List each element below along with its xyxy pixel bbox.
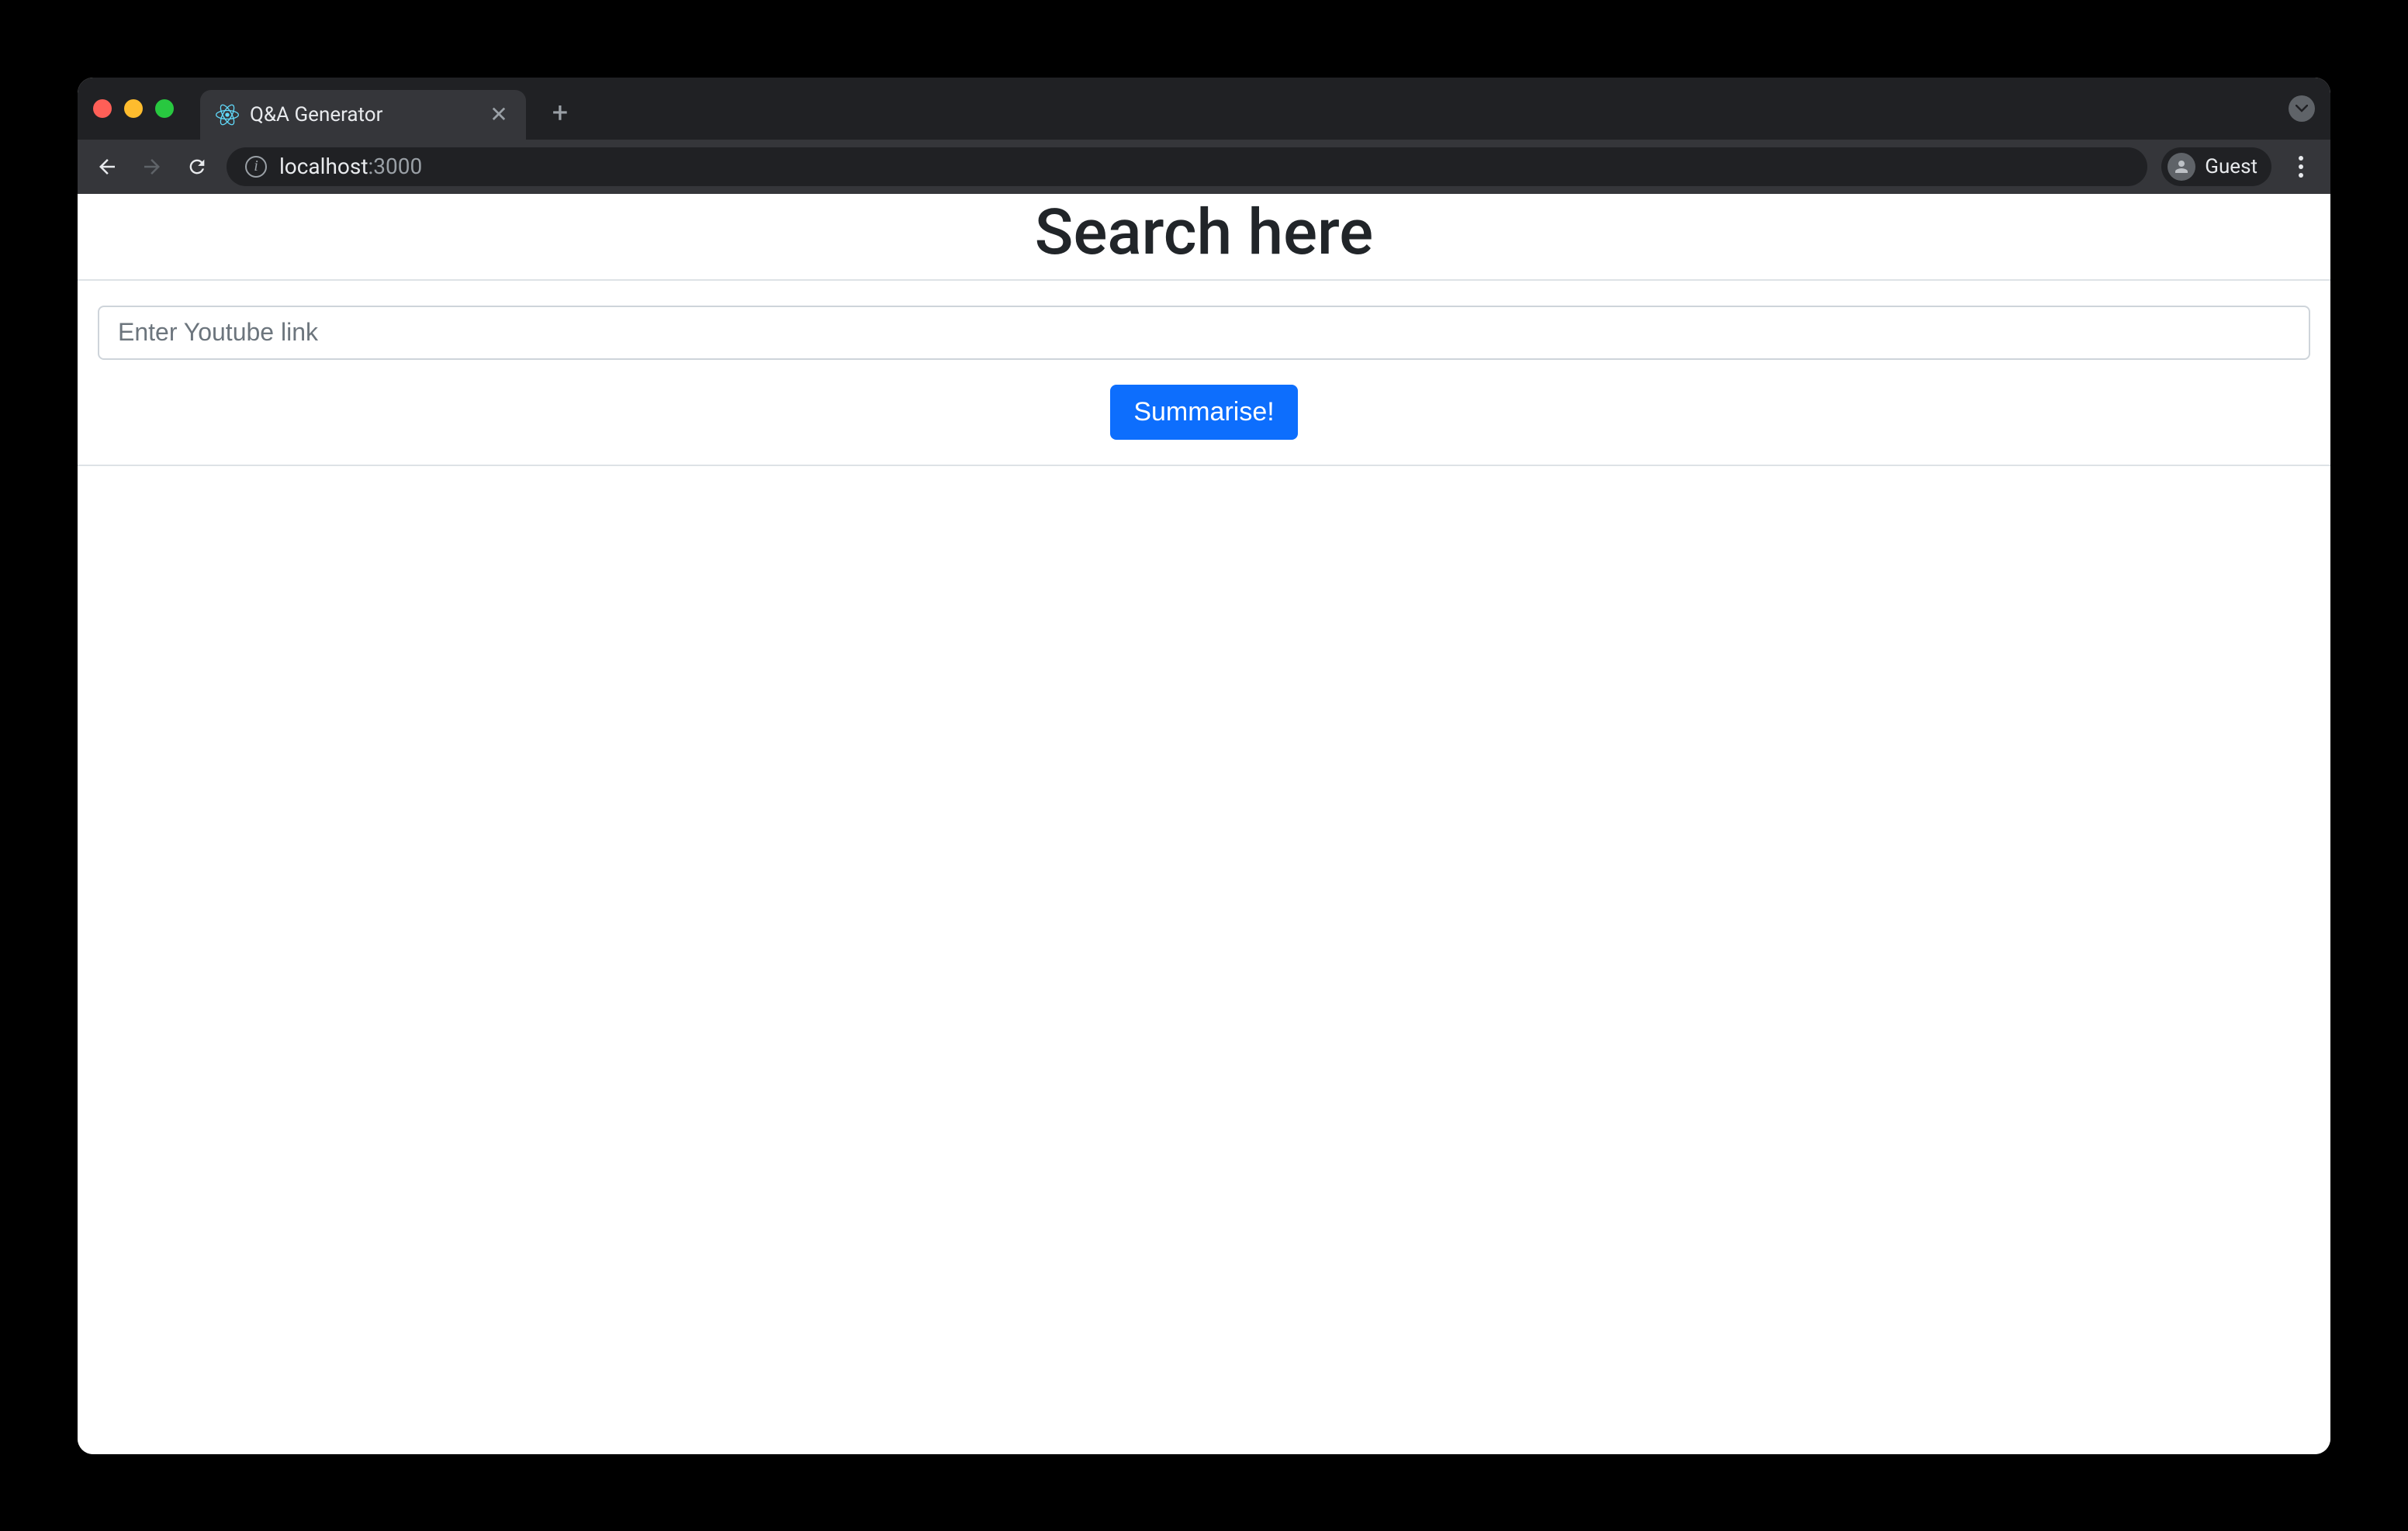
url-text: localhost:3000: [279, 154, 422, 179]
tab-title: Q&A Generator: [250, 103, 476, 126]
reload-button[interactable]: [182, 151, 213, 182]
address-bar[interactable]: i localhost:3000: [227, 147, 2147, 186]
react-logo-icon: [216, 103, 239, 126]
minimize-window-button[interactable]: [124, 99, 143, 118]
summarise-button[interactable]: Summarise!: [1110, 385, 1297, 440]
page-content: Search here Summarise!: [78, 194, 2330, 1454]
new-tab-button[interactable]: +: [545, 97, 576, 128]
maximize-window-button[interactable]: [155, 99, 174, 118]
browser-tab[interactable]: Q&A Generator ✕: [200, 90, 526, 140]
url-port: :3000: [368, 154, 422, 179]
browser-window: Q&A Generator ✕ + i localhost:3000: [78, 78, 2330, 1454]
back-button[interactable]: [92, 151, 123, 182]
browser-menu-icon[interactable]: [2285, 151, 2316, 182]
forward-button[interactable]: [137, 151, 168, 182]
youtube-link-input[interactable]: [98, 306, 2310, 360]
page-title: Search here: [78, 194, 2330, 279]
close-window-button[interactable]: [93, 99, 112, 118]
tab-bar: Q&A Generator ✕ +: [78, 78, 2330, 140]
divider: [78, 465, 2330, 466]
profile-name: Guest: [2205, 155, 2258, 178]
url-host: localhost: [279, 154, 368, 179]
site-info-icon[interactable]: i: [245, 156, 267, 178]
close-tab-icon[interactable]: ✕: [487, 103, 510, 126]
search-form: Summarise!: [78, 281, 2330, 465]
window-controls: [93, 99, 174, 118]
avatar-icon: [2168, 153, 2195, 181]
tab-search-icon[interactable]: [2289, 95, 2315, 122]
browser-toolbar: i localhost:3000 Guest: [78, 140, 2330, 194]
profile-chip[interactable]: Guest: [2161, 147, 2271, 186]
